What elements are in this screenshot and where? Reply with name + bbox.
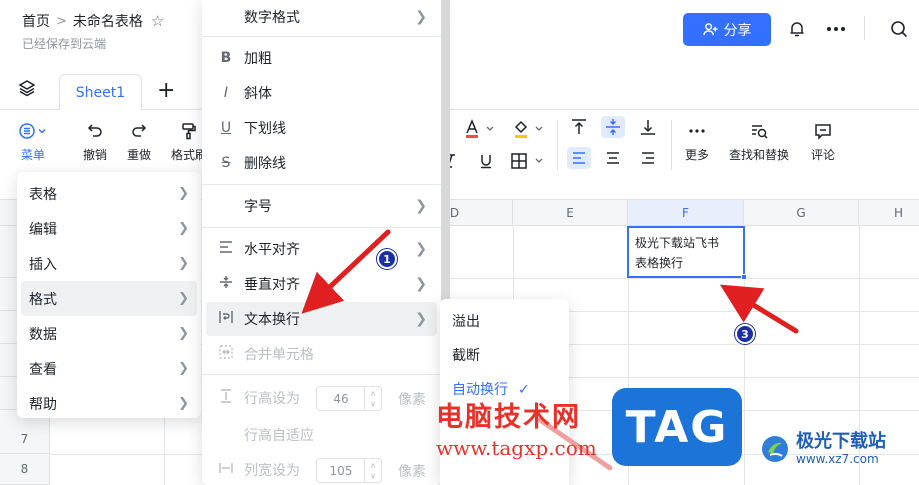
watermark-brand-url: www.xz7.com [796,452,879,466]
step-badge-3: 3 [735,324,755,344]
aurora-logo-icon [762,436,788,462]
watermark-brand-name: 极光下载站 [796,431,886,452]
watermark-site-name: 电脑技术网 [436,402,581,433]
watermark-url: www.tagxp.com [436,436,597,460]
step-badge-1: 1 [377,249,397,269]
watermark-brand-logo: 极光下载站 www.xz7.com [760,432,886,466]
watermark-tag-logo: TAG [612,388,742,466]
arrow-to-text-wrap [301,229,391,314]
